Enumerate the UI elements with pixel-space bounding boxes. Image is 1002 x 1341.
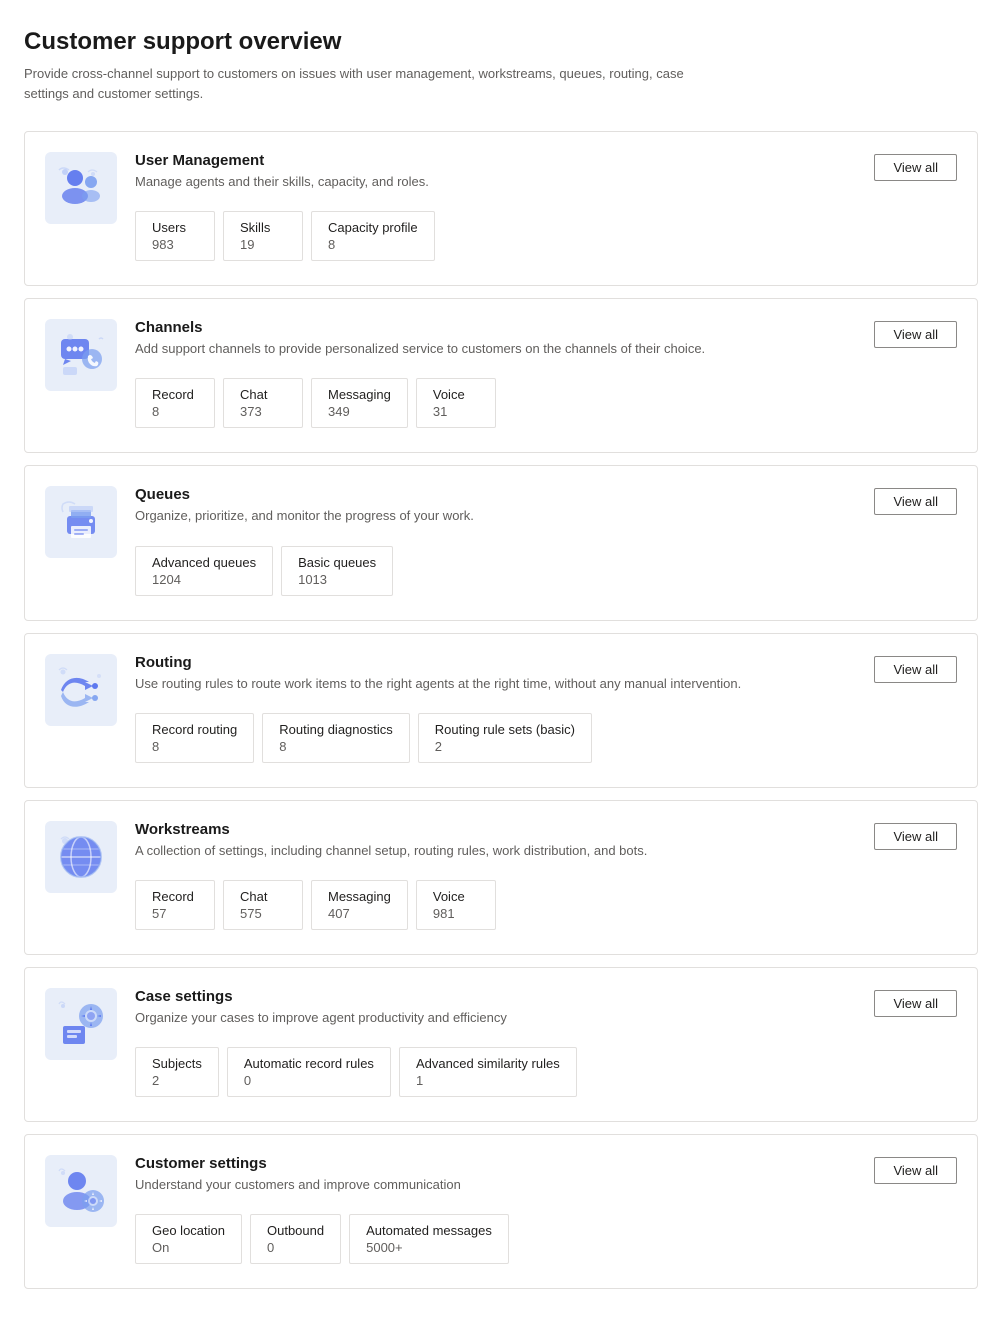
user-management-actions: View all xyxy=(874,152,957,181)
queues-actions: View all xyxy=(874,486,957,515)
case-settings-header: Case settings Organize your cases to imp… xyxy=(135,988,957,1041)
stat-advanced-queues: Advanced queues 1204 xyxy=(135,546,273,596)
page-container: Customer support overview Provide cross-… xyxy=(0,0,1002,1341)
user-management-header: User Management Manage agents and their … xyxy=(135,152,957,205)
stat-voice-channels: Voice 31 xyxy=(416,378,496,428)
stat-basic-queues: Basic queues 1013 xyxy=(281,546,393,596)
workstreams-stats: Record 57 Chat 575 Messaging 407 Voice 9… xyxy=(135,880,957,934)
user-management-stats: Users 983 Skills 19 Capacity profile 8 xyxy=(135,211,957,265)
stat-record-channels: Record 8 xyxy=(135,378,215,428)
customer-settings-icon xyxy=(45,1155,117,1227)
queues-title: Queues xyxy=(135,486,854,503)
customer-settings-title: Customer settings xyxy=(135,1155,854,1172)
stat-messaging-workstreams: Messaging 407 xyxy=(311,880,408,930)
channels-desc: Add support channels to provide personal… xyxy=(135,340,775,358)
channels-title: Channels xyxy=(135,319,854,336)
customer-settings-header: Customer settings Understand your custom… xyxy=(135,1155,957,1208)
queues-body: Queues Organize, prioritize, and monitor… xyxy=(135,486,957,599)
workstreams-icon xyxy=(45,821,117,893)
channels-icon xyxy=(45,319,117,391)
stat-geo-location: Geo location On xyxy=(135,1214,242,1264)
case-settings-icon xyxy=(45,988,117,1060)
user-management-desc: Manage agents and their skills, capacity… xyxy=(135,173,775,191)
customer-settings-view-all[interactable]: View all xyxy=(874,1157,957,1184)
routing-actions: View all xyxy=(874,654,957,683)
stat-voice-workstreams: Voice 981 xyxy=(416,880,496,930)
stat-users: Users 983 xyxy=(135,211,215,261)
stat-record-workstreams: Record 57 xyxy=(135,880,215,930)
stat-messaging-channels: Messaging 349 xyxy=(311,378,408,428)
stat-outbound: Outbound 0 xyxy=(250,1214,341,1264)
workstreams-title: Workstreams xyxy=(135,821,854,838)
user-management-header-left: User Management Manage agents and their … xyxy=(135,152,854,205)
user-management-body: User Management Manage agents and their … xyxy=(135,152,957,265)
routing-header-left: Routing Use routing rules to route work … xyxy=(135,654,854,707)
channels-body: Channels Add support channels to provide… xyxy=(135,319,957,432)
page-subtitle: Provide cross-channel support to custome… xyxy=(24,64,704,103)
stat-routing-rule-sets: Routing rule sets (basic) 2 xyxy=(418,713,592,763)
routing-view-all[interactable]: View all xyxy=(874,656,957,683)
stat-auto-record-rules: Automatic record rules 0 xyxy=(227,1047,391,1097)
section-channels: Channels Add support channels to provide… xyxy=(24,298,978,453)
customer-settings-actions: View all xyxy=(874,1155,957,1184)
customer-settings-header-left: Customer settings Understand your custom… xyxy=(135,1155,854,1208)
channels-header: Channels Add support channels to provide… xyxy=(135,319,957,372)
queues-view-all[interactable]: View all xyxy=(874,488,957,515)
queues-header: Queues Organize, prioritize, and monitor… xyxy=(135,486,957,539)
routing-desc: Use routing rules to route work items to… xyxy=(135,675,775,693)
queues-desc: Organize, prioritize, and monitor the pr… xyxy=(135,507,775,525)
stat-chat-channels: Chat 373 xyxy=(223,378,303,428)
case-settings-body: Case settings Organize your cases to imp… xyxy=(135,988,957,1101)
customer-settings-body: Customer settings Understand your custom… xyxy=(135,1155,957,1268)
section-case-settings: Case settings Organize your cases to imp… xyxy=(24,967,978,1122)
user-management-view-all[interactable]: View all xyxy=(874,154,957,181)
page-title: Customer support overview xyxy=(24,28,978,56)
stat-chat-workstreams: Chat 575 xyxy=(223,880,303,930)
routing-icon xyxy=(45,654,117,726)
section-queues: Queues Organize, prioritize, and monitor… xyxy=(24,465,978,620)
customer-settings-stats: Geo location On Outbound 0 Automated mes… xyxy=(135,1214,957,1268)
case-settings-header-left: Case settings Organize your cases to imp… xyxy=(135,988,854,1041)
workstreams-desc: A collection of settings, including chan… xyxy=(135,842,775,860)
customer-settings-desc: Understand your customers and improve co… xyxy=(135,1176,775,1194)
workstreams-header: Workstreams A collection of settings, in… xyxy=(135,821,957,874)
channels-view-all[interactable]: View all xyxy=(874,321,957,348)
user-management-title: User Management xyxy=(135,152,854,169)
case-settings-desc: Organize your cases to improve agent pro… xyxy=(135,1009,775,1027)
channels-actions: View all xyxy=(874,319,957,348)
section-user-management: User Management Manage agents and their … xyxy=(24,131,978,286)
stat-subjects: Subjects 2 xyxy=(135,1047,219,1097)
stat-routing-diagnostics: Routing diagnostics 8 xyxy=(262,713,409,763)
case-settings-view-all[interactable]: View all xyxy=(874,990,957,1017)
queues-icon xyxy=(45,486,117,558)
case-settings-title: Case settings xyxy=(135,988,854,1005)
stat-automated-messages: Automated messages 5000+ xyxy=(349,1214,509,1264)
workstreams-actions: View all xyxy=(874,821,957,850)
section-routing: Routing Use routing rules to route work … xyxy=(24,633,978,788)
channels-stats: Record 8 Chat 373 Messaging 349 Voice 31 xyxy=(135,378,957,432)
routing-stats: Record routing 8 Routing diagnostics 8 R… xyxy=(135,713,957,767)
stat-skills: Skills 19 xyxy=(223,211,303,261)
section-workstreams: Workstreams A collection of settings, in… xyxy=(24,800,978,955)
workstreams-view-all[interactable]: View all xyxy=(874,823,957,850)
stat-capacity-profile: Capacity profile 8 xyxy=(311,211,435,261)
section-customer-settings: Customer settings Understand your custom… xyxy=(24,1134,978,1289)
case-settings-stats: Subjects 2 Automatic record rules 0 Adva… xyxy=(135,1047,957,1101)
workstreams-header-left: Workstreams A collection of settings, in… xyxy=(135,821,854,874)
queues-stats: Advanced queues 1204 Basic queues 1013 xyxy=(135,546,957,600)
stat-record-routing: Record routing 8 xyxy=(135,713,254,763)
case-settings-actions: View all xyxy=(874,988,957,1017)
user-management-icon xyxy=(45,152,117,224)
routing-body: Routing Use routing rules to route work … xyxy=(135,654,957,767)
routing-title: Routing xyxy=(135,654,854,671)
channels-header-left: Channels Add support channels to provide… xyxy=(135,319,854,372)
routing-header: Routing Use routing rules to route work … xyxy=(135,654,957,707)
workstreams-body: Workstreams A collection of settings, in… xyxy=(135,821,957,934)
stat-advanced-similarity: Advanced similarity rules 1 xyxy=(399,1047,577,1097)
queues-header-left: Queues Organize, prioritize, and monitor… xyxy=(135,486,854,539)
